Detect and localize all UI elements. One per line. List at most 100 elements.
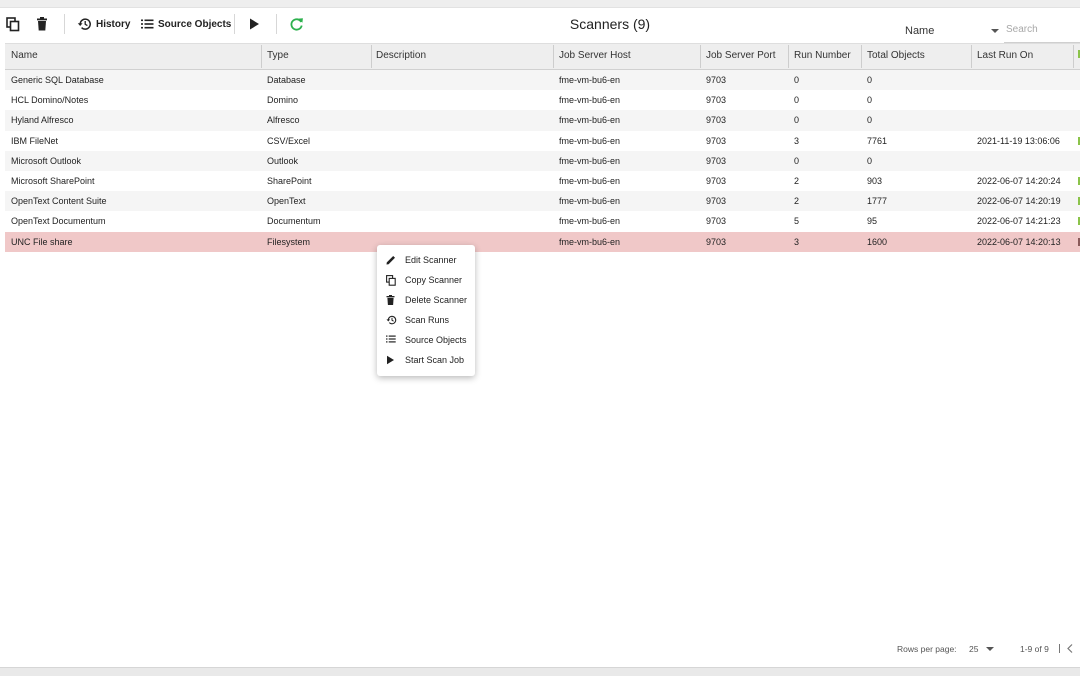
history-icon bbox=[386, 315, 397, 325]
cell-last-run-on bbox=[971, 70, 1073, 90]
menu-item-source-objects[interactable]: Source Objects bbox=[377, 330, 475, 350]
table-row[interactable]: OpenText Documentum Documentum fme-vm-bu… bbox=[5, 211, 1080, 231]
top-strip bbox=[0, 0, 1080, 8]
toolbar-divider bbox=[276, 14, 277, 34]
history-button[interactable]: History bbox=[77, 12, 130, 36]
menu-item-label: Delete Scanner bbox=[405, 295, 468, 305]
menu-item-copy-scanner[interactable]: Copy Scanner bbox=[377, 270, 475, 290]
delete-button[interactable] bbox=[36, 12, 48, 36]
column-header-name[interactable]: Name bbox=[5, 44, 261, 69]
table-row[interactable]: IBM FileNet CSV/Excel fme-vm-bu6-en 9703… bbox=[5, 131, 1080, 151]
cell-description bbox=[370, 110, 553, 130]
menu-item-label: Copy Scanner bbox=[405, 275, 463, 285]
column-header-last-run-on[interactable]: Last Run On bbox=[971, 44, 1073, 69]
table-row[interactable]: Microsoft Outlook Outlook fme-vm-bu6-en … bbox=[5, 150, 1080, 171]
cell-description bbox=[370, 211, 553, 231]
cell-total-objects: 1777 bbox=[867, 196, 888, 207]
column-header-job-server-host[interactable]: Job Server Host bbox=[553, 44, 700, 69]
column-header-job-server-port[interactable]: Job Server Port bbox=[700, 44, 788, 69]
rows-per-page-label: Rows per page: bbox=[897, 644, 957, 654]
source-objects-label: Source Objects bbox=[158, 18, 232, 30]
cell-total-objects: 95 bbox=[867, 216, 878, 227]
cell-total-objects: 0 bbox=[867, 155, 873, 166]
list-icon bbox=[386, 335, 396, 343]
refresh-icon bbox=[290, 17, 303, 31]
copy-button[interactable] bbox=[6, 12, 20, 36]
cell-total-objects: 1600 bbox=[867, 236, 888, 247]
table-row[interactable]: OpenText Content Suite OpenText fme-vm-b… bbox=[5, 191, 1080, 212]
column-header-total-objects[interactable]: Total Objects bbox=[861, 44, 971, 69]
cell-run-number: 2 bbox=[794, 196, 800, 207]
cell-run-number: 3 bbox=[794, 135, 800, 146]
cell-name: Hyland Alfresco bbox=[11, 115, 74, 126]
cell-last-run-on: 2022-06-07 14:20:24 bbox=[977, 175, 1061, 186]
cell-job-server-port: 9703 bbox=[706, 115, 727, 126]
trash-icon bbox=[37, 17, 47, 31]
cell-job-server-host: fme-vm-bu6-en bbox=[559, 236, 621, 247]
cell-total-objects: 7761 bbox=[867, 135, 888, 146]
cell-total-objects: 903 bbox=[867, 175, 883, 186]
cell-last-run-on: 2022-06-07 14:20:13 bbox=[977, 236, 1061, 247]
table-row[interactable]: UNC File share Filesystem fme-vm-bu6-en … bbox=[5, 231, 1080, 252]
chevron-down-icon bbox=[991, 29, 999, 33]
play-icon bbox=[387, 355, 394, 365]
cell-run-number: 2 bbox=[794, 175, 800, 186]
first-page-icon[interactable] bbox=[1059, 643, 1065, 654]
column-header-description[interactable]: Description bbox=[370, 44, 553, 69]
menu-item-scan-runs[interactable]: Scan Runs bbox=[377, 310, 475, 330]
table-row[interactable]: Hyland Alfresco Alfresco fme-vm-bu6-en 9… bbox=[5, 110, 1080, 131]
cell-name: HCL Domino/Notes bbox=[11, 95, 89, 106]
cell-job-server-port: 9703 bbox=[706, 196, 727, 207]
table-row[interactable]: Generic SQL Database Database fme-vm-bu6… bbox=[5, 70, 1080, 91]
cell-type: Alfresco bbox=[267, 115, 300, 126]
cell-type: OpenText bbox=[267, 196, 306, 207]
history-label: History bbox=[96, 18, 131, 30]
menu-item-edit-scanner[interactable]: Edit Scanner bbox=[377, 250, 475, 270]
column-divider[interactable] bbox=[1073, 45, 1074, 68]
cell-job-server-host: fme-vm-bu6-en bbox=[559, 115, 621, 126]
cell-name: Microsoft Outlook bbox=[11, 155, 82, 166]
toolbar-divider bbox=[234, 14, 235, 34]
cell-description bbox=[370, 151, 553, 171]
cell-job-server-port: 9703 bbox=[706, 236, 727, 247]
cell-job-server-port: 9703 bbox=[706, 175, 727, 186]
sort-select[interactable]: Name bbox=[900, 17, 1001, 44]
menu-item-delete-scanner[interactable]: Delete Scanner bbox=[377, 290, 475, 310]
table-row[interactable]: HCL Domino/Notes Domino fme-vm-bu6-en 97… bbox=[5, 90, 1080, 110]
cell-job-server-host: fme-vm-bu6-en bbox=[559, 135, 621, 146]
refresh-button[interactable] bbox=[289, 12, 304, 36]
chevron-left-icon[interactable] bbox=[1066, 643, 1074, 654]
cell-type: Documentum bbox=[267, 216, 321, 227]
toolbar: History Source Objects Scanners (9) Name bbox=[0, 8, 1080, 44]
menu-item-start-scan-job[interactable]: Start Scan Job bbox=[377, 350, 475, 370]
cell-last-run-on bbox=[971, 90, 1073, 110]
cell-run-number: 0 bbox=[794, 155, 800, 166]
cell-name: Generic SQL Database bbox=[11, 75, 104, 85]
cell-total-objects: 0 bbox=[867, 95, 873, 106]
start-button[interactable] bbox=[249, 12, 260, 36]
cell-job-server-port: 9703 bbox=[706, 216, 727, 227]
page-title: Scanners (9) bbox=[569, 16, 651, 32]
context-menu: Edit Scanner Copy Scanner Delete Scanner… bbox=[377, 245, 475, 376]
cell-last-run-on: 2022-06-07 14:21:23 bbox=[977, 216, 1061, 227]
pencil-icon bbox=[386, 256, 395, 265]
search-input[interactable] bbox=[1004, 17, 1080, 43]
rows-per-page-select[interactable]: 25 bbox=[969, 644, 978, 654]
history-icon bbox=[77, 18, 91, 30]
cell-last-run-on: 2021-11-19 13:06:06 bbox=[977, 135, 1060, 146]
scanners-table: Name Type Description Job Server Host Jo… bbox=[5, 43, 1080, 252]
column-header-type[interactable]: Type bbox=[261, 44, 371, 69]
cell-name: UNC File share bbox=[11, 236, 73, 247]
cell-run-number: 0 bbox=[794, 95, 800, 106]
source-objects-button[interactable]: Source Objects bbox=[141, 12, 231, 36]
chevron-down-icon[interactable] bbox=[986, 647, 994, 651]
cell-last-run-on bbox=[971, 110, 1073, 130]
cell-description bbox=[370, 191, 553, 211]
column-header-run-number[interactable]: Run Number bbox=[788, 44, 861, 69]
table-row[interactable]: Microsoft SharePoint SharePoint fme-vm-b… bbox=[5, 171, 1080, 191]
cell-run-number: 0 bbox=[794, 115, 800, 126]
cell-name: OpenText Documentum bbox=[11, 216, 106, 227]
cell-type: Domino bbox=[267, 95, 299, 106]
menu-item-label: Source Objects bbox=[405, 335, 467, 345]
cell-type: Filesystem bbox=[267, 236, 311, 247]
